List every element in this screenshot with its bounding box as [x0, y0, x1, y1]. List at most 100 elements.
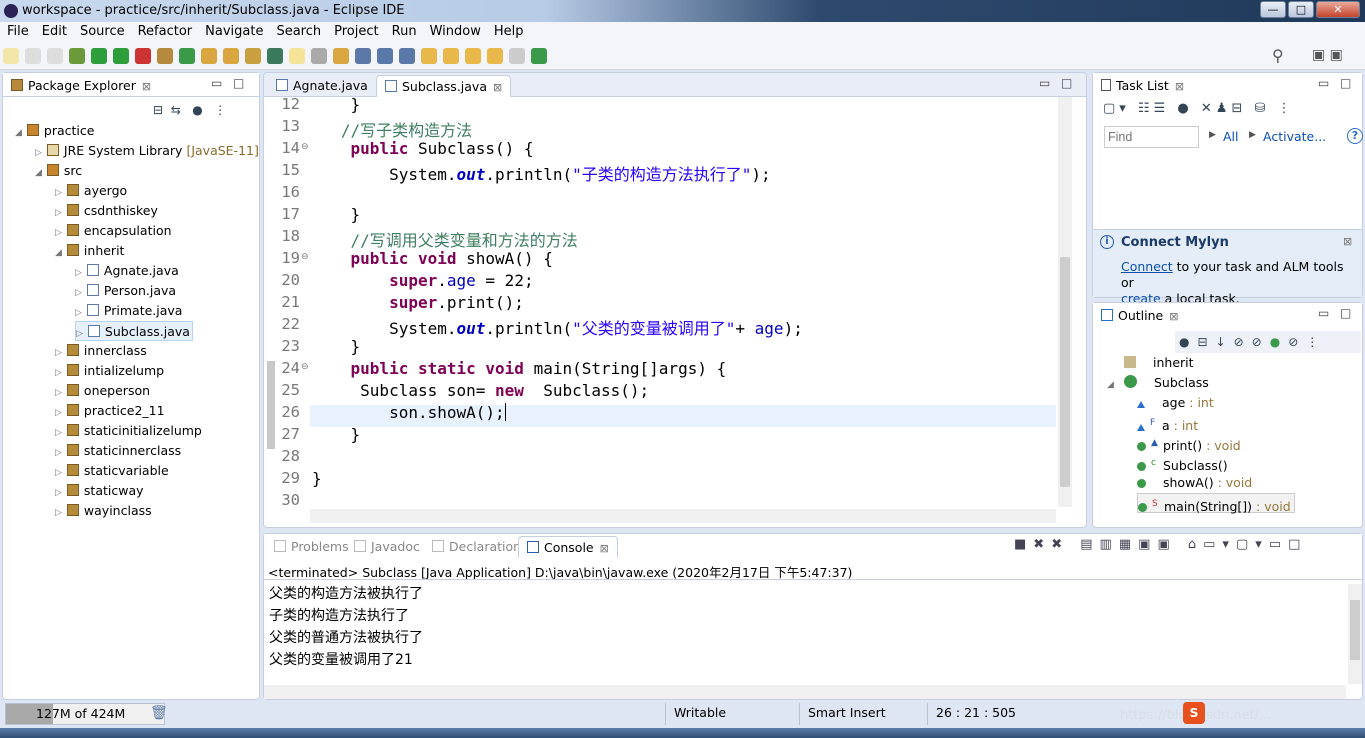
scheduled-icon[interactable]: ☰ — [1154, 101, 1170, 116]
collapsed-icon[interactable]: ▷ — [55, 368, 62, 378]
external-tools-icon[interactable] — [135, 48, 151, 64]
next-annotation-icon[interactable] — [333, 48, 349, 64]
maximize-icon[interactable]: □ — [1340, 306, 1351, 320]
view-menu-icon[interactable]: ⋮ — [214, 103, 226, 117]
tab-subclass-java[interactable]: Subclass.java ⊠ — [376, 75, 512, 97]
tab-agnate-java[interactable]: Agnate.java — [268, 75, 376, 97]
collapsed-icon[interactable]: ▷ — [55, 508, 62, 518]
open-type-icon[interactable] — [201, 48, 217, 64]
tab-declaration[interactable]: Declaration — [424, 536, 529, 558]
word-wrap-icon[interactable]: ▦ — [1119, 537, 1138, 552]
help-icon[interactable]: ? — [1347, 128, 1363, 144]
close-icon[interactable]: ⊠ — [1343, 235, 1352, 248]
collapsed-icon[interactable]: ▷ — [55, 448, 62, 458]
collapsed-icon[interactable]: ▷ — [55, 208, 62, 218]
minimize-icon[interactable]: ▭ — [1318, 306, 1329, 320]
maximize-icon[interactable]: □ — [1288, 537, 1307, 552]
expanded-icon[interactable]: ◢ — [1107, 375, 1119, 395]
last-edit-icon[interactable] — [465, 48, 481, 64]
save-all-icon[interactable] — [47, 48, 63, 64]
activate-link[interactable]: Activate... — [1263, 129, 1326, 144]
focus-icon[interactable]: ♟ — [1216, 101, 1232, 116]
pin-console-icon[interactable]: ⌂ — [1188, 537, 1203, 552]
save-icon[interactable] — [25, 48, 41, 64]
search-icon[interactable]: ⚲ — [1272, 46, 1284, 65]
search-icon[interactable] — [245, 48, 261, 64]
filter-icon[interactable]: ● — [192, 103, 202, 117]
tree-item[interactable]: ▷ staticvariable — [55, 461, 169, 481]
collapsed-icon[interactable]: ▷ — [75, 308, 82, 318]
menu-window[interactable]: Window — [423, 22, 487, 39]
close-icon[interactable]: ⊠ — [493, 81, 502, 94]
heap-status[interactable]: 127M of 424M 🗑 — [5, 703, 168, 725]
minimize-button[interactable]: — — [1260, 1, 1286, 18]
menu-help[interactable]: Help — [487, 22, 530, 39]
menu-source[interactable]: Source — [73, 22, 131, 39]
outline-item[interactable]: c Subclass() — [1137, 453, 1228, 473]
tree-item[interactable]: ▷ practice2_11 — [55, 401, 165, 421]
open-declaration-icon[interactable] — [267, 48, 283, 64]
vertical-scrollbar[interactable] — [1058, 97, 1072, 507]
outline-item[interactable]: Smain(String[]) : void — [1137, 493, 1295, 514]
expanded-icon[interactable]: ◢ — [35, 168, 42, 178]
coverage-icon[interactable] — [113, 48, 129, 64]
remove-launch-icon[interactable]: ✖ — [1033, 537, 1051, 552]
view-menu-icon[interactable]: ⋮ — [1278, 101, 1295, 116]
toggle-breadcrumb-icon[interactable] — [311, 48, 327, 64]
tree-item[interactable]: ▷ ayergo — [55, 181, 127, 201]
close-window-button[interactable]: ✕ — [1316, 1, 1360, 18]
close-icon[interactable]: ⊠ — [600, 542, 609, 555]
back-icon[interactable] — [487, 48, 503, 64]
hide-static-icon[interactable]: ⊘ — [1252, 335, 1270, 349]
outline-item[interactable]: ▲ print() : void — [1137, 433, 1241, 453]
collapsed-icon[interactable]: ▷ — [55, 188, 62, 198]
ime-logo-icon[interactable]: S — [1183, 702, 1205, 724]
expanded-icon[interactable]: ◢ — [55, 248, 62, 258]
run-icon[interactable] — [91, 48, 107, 64]
tree-item[interactable]: ▷ innerclass — [55, 341, 147, 361]
all-link[interactable]: All — [1223, 129, 1239, 144]
tree-item[interactable]: ▷ intializelump — [55, 361, 164, 381]
show-stdout-icon[interactable]: ▣ — [1138, 537, 1157, 552]
minimize-icon[interactable]: ▭ — [1039, 76, 1050, 90]
horizontal-scrollbar[interactable] — [310, 509, 1056, 523]
tree-item[interactable]: ▷ encapsulation — [55, 221, 172, 241]
tree-item[interactable]: ◢ practice — [15, 121, 94, 141]
tree-item[interactable]: ▷ staticway — [55, 481, 144, 501]
maximize-icon[interactable]: □ — [233, 76, 244, 90]
collapse-icon[interactable]: ⊟ — [1231, 101, 1246, 116]
maximize-icon[interactable]: □ — [1061, 76, 1072, 90]
outline-item[interactable]: ◢ Subclass — [1107, 373, 1209, 393]
open-console-icon[interactable]: ▢▾ — [1236, 537, 1269, 552]
collapsed-icon[interactable]: ▷ — [55, 428, 62, 438]
collapsed-icon[interactable]: ▷ — [55, 468, 62, 478]
collapsed-icon[interactable]: ▷ — [55, 348, 62, 358]
menu-project[interactable]: Project — [327, 22, 384, 39]
minimize-icon[interactable]: ▭ — [1318, 76, 1329, 90]
display-console-icon[interactable]: ▭▾ — [1203, 537, 1236, 552]
remove-all-icon[interactable]: ✖ — [1051, 537, 1069, 552]
show-whitespace-icon[interactable] — [377, 48, 393, 64]
tree-item[interactable]: ◢ inherit — [55, 241, 124, 261]
tree-item[interactable]: ▷ JRE System Library [JavaSE-11] — [35, 141, 259, 161]
close-icon[interactable]: ⊠ — [1175, 80, 1184, 93]
tree-item[interactable]: ▷ wayinclass — [55, 501, 152, 521]
debug-icon[interactable] — [69, 48, 85, 64]
pin-editor-icon[interactable] — [531, 48, 547, 64]
link-editor-icon[interactable]: ⇆ — [171, 103, 181, 117]
hide-nonpublic-icon[interactable]: ● — [1270, 335, 1288, 349]
maximize-button[interactable]: □ — [1288, 1, 1314, 18]
tree-item[interactable]: ◢ src — [35, 161, 82, 181]
filter-icon[interactable]: ● — [1179, 335, 1197, 349]
minimize-icon[interactable]: ▭ — [211, 76, 222, 90]
tree-item[interactable]: ▷ Person.java — [75, 281, 176, 301]
collapsed-icon[interactable]: ▷ — [75, 288, 82, 298]
sort-icon[interactable]: ↓ — [1216, 335, 1234, 349]
scroll-lock-icon[interactable]: ▥ — [1100, 537, 1119, 552]
hide-completed-icon[interactable]: ✕ — [1201, 101, 1216, 116]
collapsed-icon[interactable]: ▷ — [55, 488, 62, 498]
scroll-thumb[interactable] — [1060, 257, 1070, 487]
repository-icon[interactable]: ⛁ — [1255, 101, 1270, 116]
view-menu-icon[interactable]: ⋮ — [1306, 335, 1326, 349]
hide-local-types-icon[interactable]: ⊘ — [1288, 335, 1306, 349]
